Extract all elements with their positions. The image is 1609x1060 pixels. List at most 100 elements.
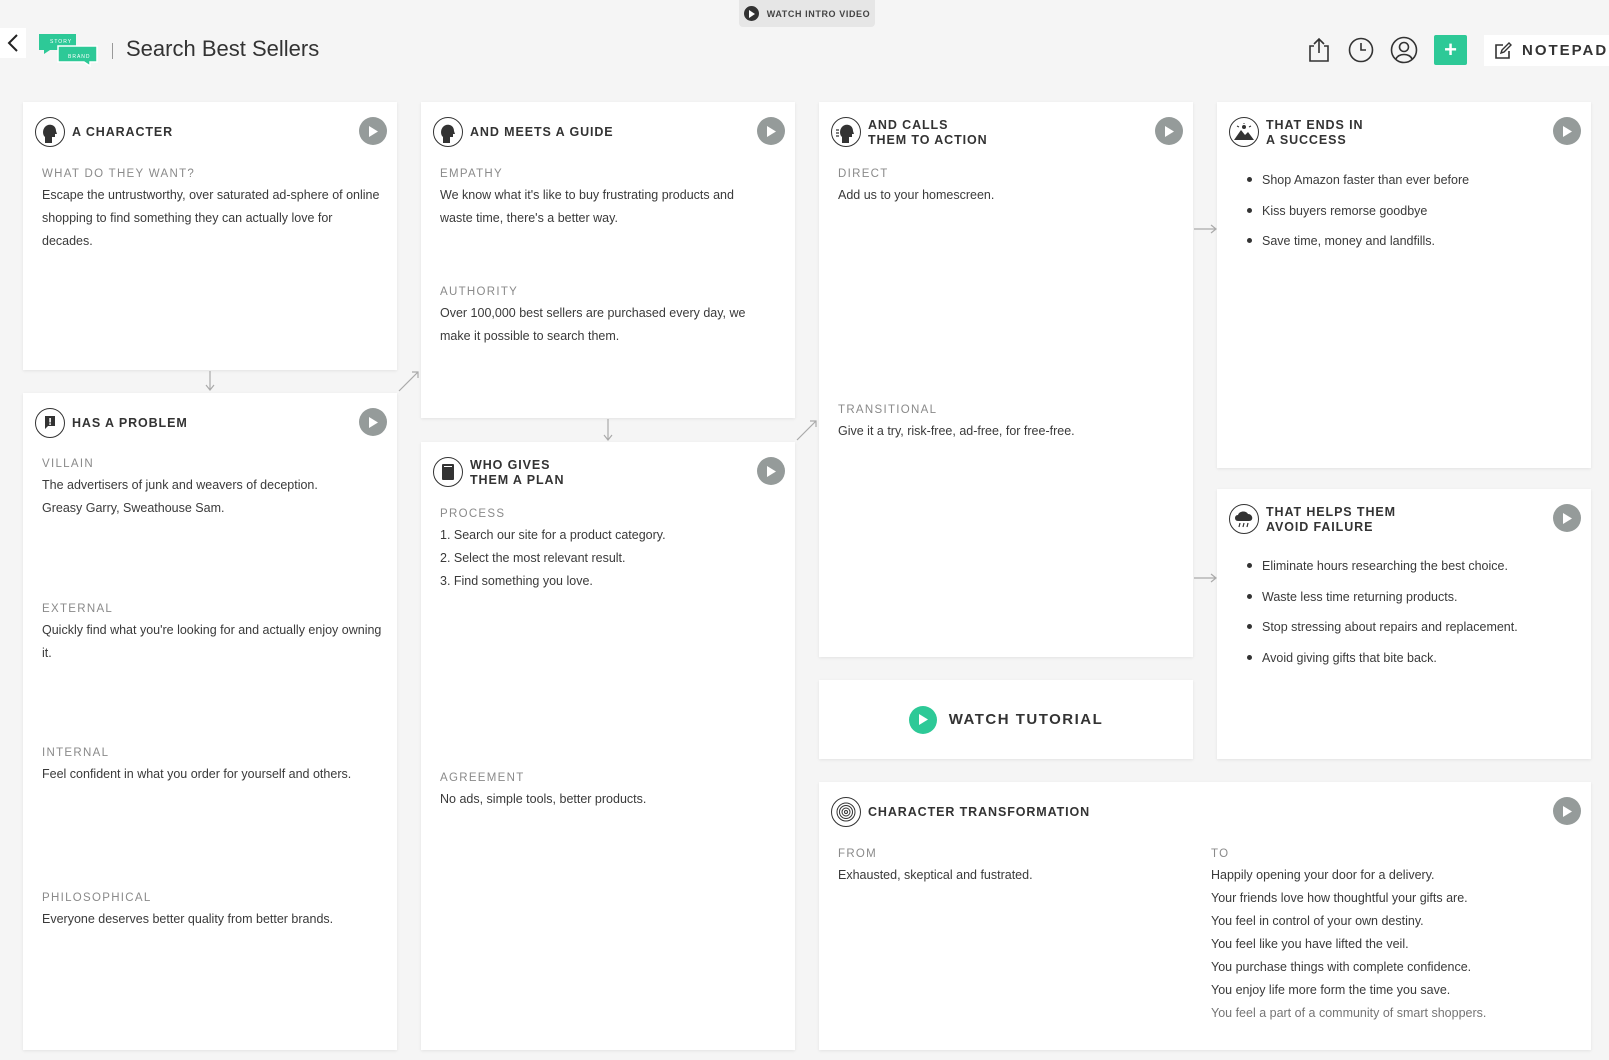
section-label: AGREEMENT (440, 772, 525, 784)
play-video-button[interactable] (359, 117, 387, 145)
notepad-label: NOTEPAD (1522, 42, 1609, 59)
section-label: EMPATHY (440, 168, 503, 180)
plus-icon: + (1444, 37, 1457, 62)
list-item[interactable]: Avoid giving gifts that bite back. (1247, 643, 1518, 674)
section-text[interactable]: Feel confident in what you order for you… (42, 763, 387, 786)
play-video-button[interactable] (1553, 117, 1581, 145)
play-icon (908, 705, 937, 734)
play-video-button[interactable] (757, 457, 785, 485)
play-icon (743, 6, 759, 21)
card-title: AND MEETS A GUIDE (470, 125, 614, 139)
plan-card: WHO GIVES THEM A PLAN PROCESS 1. Search o… (421, 442, 795, 1050)
arrow-down-icon (603, 419, 613, 441)
watch-intro-video-button[interactable]: WATCH INTRO VIDEO (739, 0, 875, 27)
megaphone-icon (831, 117, 861, 147)
play-video-button[interactable] (1553, 797, 1581, 825)
card-title: THAT HELPS THEM AVOID FAILURE (1266, 505, 1396, 535)
play-video-button[interactable] (757, 117, 785, 145)
card-title-line: THEM TO ACTION (868, 133, 988, 147)
section-text[interactable]: Over 100,000 best sellers are purchased … (440, 302, 760, 348)
share-button[interactable] (1304, 35, 1334, 65)
section-text[interactable]: No ads, simple tools, better products. (440, 788, 646, 811)
watch-tutorial-button[interactable]: WATCH TUTORIAL (819, 680, 1193, 759)
card-title-line: AND CALLS (868, 118, 949, 132)
logo-text-bottom: BRAND (68, 54, 91, 60)
card-title-line: THEM A PLAN (470, 473, 565, 487)
card-title: HAS A PROBLEM (72, 416, 188, 430)
section-label: DIRECT (838, 168, 889, 180)
section-text[interactable]: Give it a try, risk-free, ad-free, for f… (838, 420, 1075, 443)
section-label: WHAT DO THEY WANT? (42, 168, 196, 180)
plan-step[interactable]: 2. Select the most relevant result. (440, 547, 626, 570)
card-title: A CHARACTER (72, 125, 174, 139)
to-item[interactable]: You feel in control of your own destiny. (1211, 910, 1424, 933)
guide-card: AND MEETS A GUIDE EMPATHY We know what i… (421, 102, 795, 418)
section-label: EXTERNAL (42, 603, 114, 615)
account-button[interactable] (1389, 35, 1419, 65)
flag-icon (35, 408, 65, 438)
success-card: THAT ENDS IN A SUCCESS Shop Amazon faster… (1217, 102, 1591, 468)
play-icon (369, 416, 378, 428)
character-card: A CHARACTER WHAT DO THEY WANT? Escape th… (23, 102, 397, 370)
to-item[interactable]: You feel like you have lifted the veil. (1211, 933, 1409, 956)
section-text[interactable]: Quickly find what you're looking for and… (42, 619, 382, 665)
section-label: AUTHORITY (440, 286, 519, 298)
edit-icon (1495, 41, 1512, 59)
list-item[interactable]: Kiss buyers remorse goodbye (1247, 196, 1469, 227)
play-video-button[interactable] (1553, 504, 1581, 532)
card-title: CHARACTER TRANSFORMATION (868, 805, 1091, 819)
back-button[interactable] (0, 28, 26, 58)
to-item[interactable]: You feel a part of a community of smart … (1211, 1002, 1486, 1025)
success-list: Shop Amazon faster than ever before Kiss… (1247, 165, 1469, 257)
list-item[interactable]: Eliminate hours researching the best cho… (1247, 551, 1518, 582)
section-text[interactable]: Exhausted, skeptical and fustrated. (838, 864, 1033, 887)
tutorial-label: WATCH TUTORIAL (948, 711, 1104, 728)
clock-icon (1348, 37, 1374, 63)
card-title-line: A SUCCESS (1266, 133, 1347, 147)
card-title-line: WHO GIVES (470, 458, 551, 472)
play-video-button[interactable] (359, 408, 387, 436)
section-text[interactable]: Add us to your homescreen. (838, 184, 994, 207)
arrow-right-icon (1194, 573, 1217, 583)
section-text[interactable]: The advertisers of junk and weavers of d… (42, 474, 347, 520)
add-button[interactable]: + (1434, 35, 1467, 65)
section-label: TRANSITIONAL (838, 404, 938, 416)
list-item[interactable]: Stop stressing about repairs and replace… (1247, 612, 1518, 643)
section-text[interactable]: Everyone deserves better quality from be… (42, 908, 387, 931)
card-title: AND CALLS THEM TO ACTION (868, 118, 988, 148)
share-icon (1309, 37, 1329, 62)
page-title: Search Best Sellers (126, 36, 320, 61)
play-icon (767, 125, 776, 137)
to-item[interactable]: You enjoy life more form the time you sa… (1211, 979, 1450, 1002)
arrow-up-right-icon (398, 371, 419, 392)
mountain-sun-icon (1229, 117, 1259, 147)
problem-card: HAS A PROBLEM VILLAIN The advertisers of… (23, 393, 397, 1050)
notepad-button[interactable]: NOTEPAD (1484, 35, 1609, 66)
section-label: FROM (838, 848, 878, 860)
logo-text-top: STORY (50, 39, 72, 45)
transformation-card: CHARACTER TRANSFORMATION FROM Exhausted,… (819, 782, 1591, 1050)
play-icon (767, 465, 776, 477)
plan-step[interactable]: 1. Search our site for a product categor… (440, 524, 666, 547)
book-icon (433, 457, 463, 487)
section-text[interactable]: We know what it's like to buy frustratin… (440, 184, 760, 230)
storybrand-logo[interactable]: STORY BRAND (38, 32, 98, 68)
section-text[interactable]: Escape the untrustworthy, over saturated… (42, 184, 382, 253)
to-item[interactable]: Happily opening your door for a delivery… (1211, 864, 1435, 887)
plan-step[interactable]: 3. Find something you love. (440, 570, 593, 593)
guide-icon (433, 117, 463, 147)
section-label: VILLAIN (42, 458, 94, 470)
card-title: THAT ENDS IN A SUCCESS (1266, 118, 1363, 148)
list-item[interactable]: Save time, money and landfills. (1247, 226, 1469, 257)
list-item[interactable]: Shop Amazon faster than ever before (1247, 165, 1469, 196)
fingerprint-icon (831, 797, 861, 827)
action-card: AND CALLS THEM TO ACTION DIRECT Add us to… (819, 102, 1193, 657)
to-item[interactable]: You purchase things with complete confid… (1211, 956, 1471, 979)
history-button[interactable] (1346, 35, 1376, 65)
card-title-line: THAT ENDS IN (1266, 118, 1364, 132)
section-label: TO (1211, 848, 1230, 860)
play-video-button[interactable] (1155, 117, 1183, 145)
list-item[interactable]: Waste less time returning products. (1247, 582, 1518, 613)
to-item[interactable]: Your friends love how thoughtful your gi… (1211, 887, 1468, 910)
card-title-line: AVOID FAILURE (1266, 520, 1374, 534)
